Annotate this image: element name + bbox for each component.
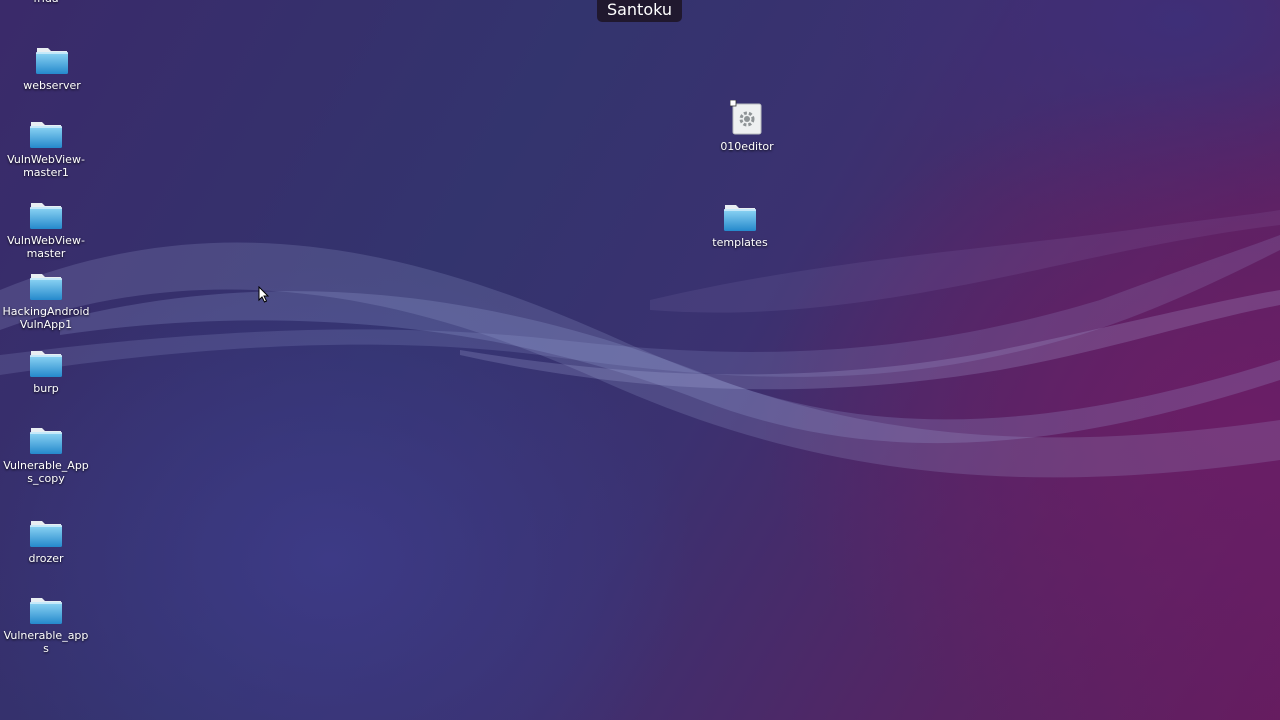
- wallpaper-waves: [0, 210, 1280, 478]
- desktop-icon-label: frida: [1, 0, 91, 5]
- folder-icon: [30, 274, 62, 300]
- folder-icon: [36, 48, 68, 74]
- desktop-icon-label: VulnWebView-master: [7, 234, 85, 260]
- desktop-icon-label: VulnWebView-master1: [7, 153, 85, 179]
- desktop-icon-label: Vulnerable_apps: [3, 629, 89, 655]
- folder-icon: [30, 351, 62, 377]
- folder-icon: [30, 203, 62, 229]
- folder-icon: [30, 428, 62, 454]
- desktop-icon-drozer[interactable]: drozer: [1, 516, 91, 565]
- executable-gear-icon: [730, 100, 762, 135]
- desktop-icon-vulnwebview-master[interactable]: VulnWebView-master: [1, 198, 91, 260]
- desktop-icon-webserver[interactable]: webserver: [7, 43, 97, 92]
- desktop-icon-label: drozer: [28, 552, 64, 565]
- shortcut-arrow-icon: [730, 100, 737, 107]
- desktop-icon-label: HackingAndroidVulnApp1: [2, 305, 90, 331]
- desktop-icon-vulnerable-apps[interactable]: Vulnerable_apps: [1, 593, 91, 655]
- folder-icon: [30, 122, 62, 148]
- desktop-icon-label: 010editor: [720, 140, 774, 153]
- desktop-icon-label: templates: [712, 236, 768, 249]
- desktop-icon-vulnerable-apps-copy[interactable]: Vulnerable_Apps_copy: [1, 423, 91, 485]
- folder-icon: [30, 521, 62, 547]
- desktop-icon-vulnwebview-master1[interactable]: VulnWebView-master1: [1, 117, 91, 179]
- desktop-icon-templates[interactable]: templates: [695, 200, 785, 249]
- desktop-icon-label: webserver: [23, 79, 81, 92]
- desktop-icon-hackingandroidvulnapp1[interactable]: HackingAndroidVulnApp1: [1, 269, 91, 331]
- mouse-pointer-icon: [258, 286, 270, 303]
- folder-icon: [724, 205, 756, 231]
- desktop-icon-frida[interactable]: frida: [1, 0, 91, 5]
- folder-icon: [30, 598, 62, 624]
- desktop-icon-burp[interactable]: burp: [1, 346, 91, 395]
- window-title-tooltip: Santoku: [597, 0, 682, 22]
- desktop-icon-label: Vulnerable_Apps_copy: [3, 459, 89, 485]
- desktop-icon-010editor[interactable]: 010editor: [702, 100, 792, 153]
- desktop-icon-label: burp: [33, 382, 59, 395]
